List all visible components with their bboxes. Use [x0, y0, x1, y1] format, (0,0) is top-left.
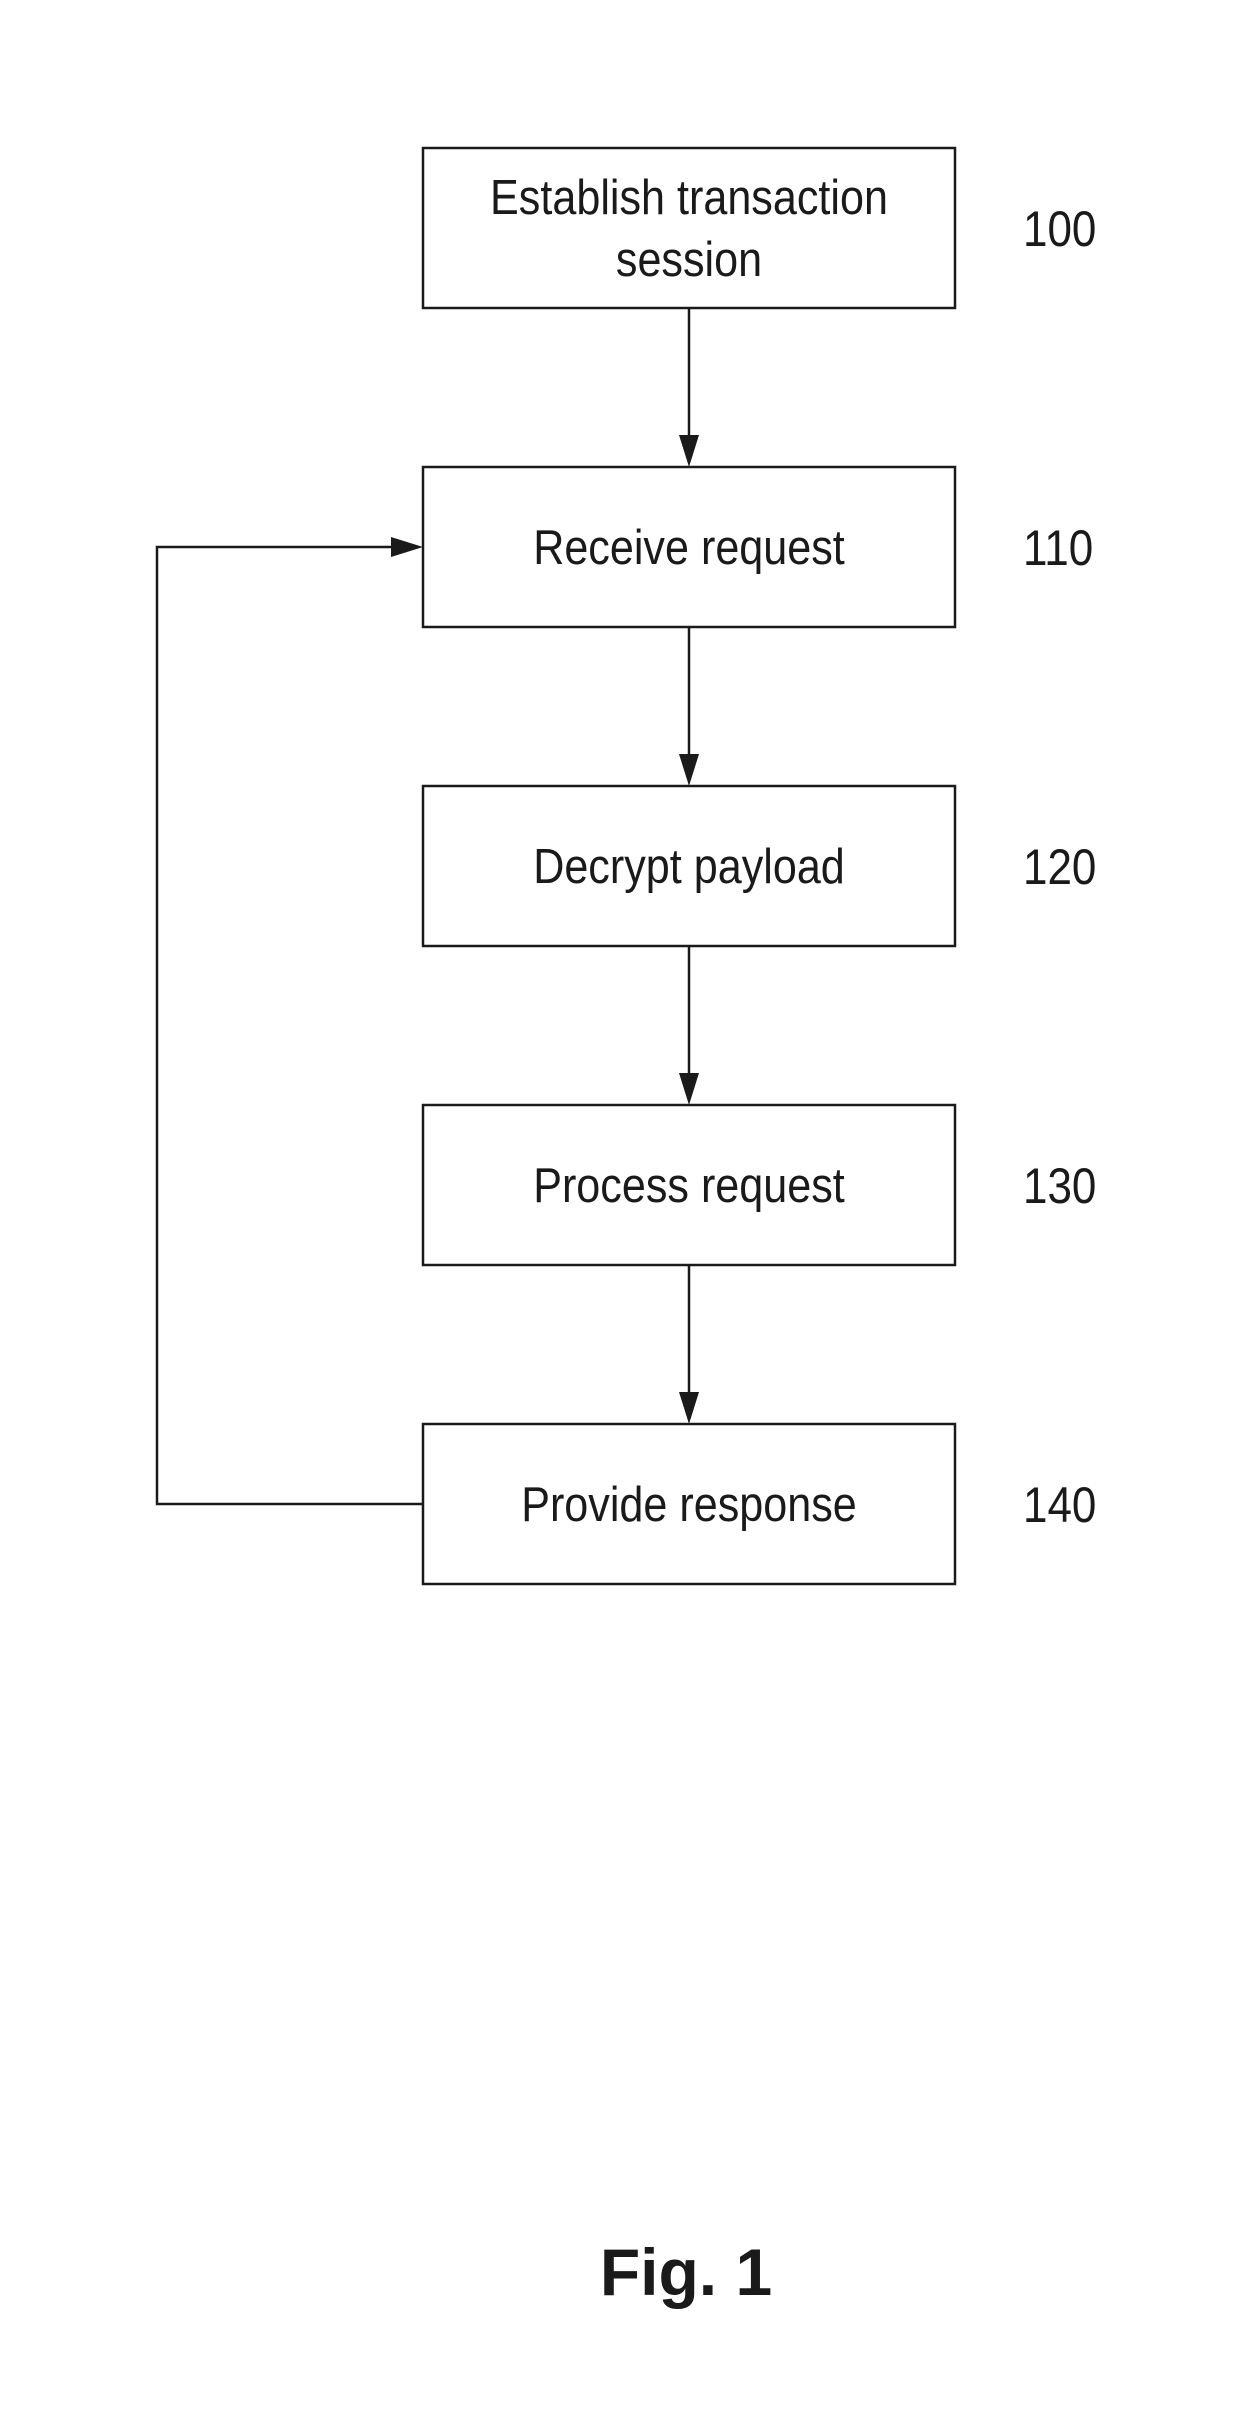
step-label: Provide response	[521, 1478, 857, 1532]
arrowhead-icon	[679, 1392, 699, 1424]
step-label: Decrypt payload	[533, 840, 845, 894]
steps: Establish transaction session 100 Receive r…	[421, 146, 1096, 1586]
step-label: Establish transaction	[490, 171, 888, 225]
arrowhead-icon	[679, 435, 699, 467]
arrow-130-to-140	[679, 1265, 699, 1424]
step-100: Establish transaction session 100	[421, 146, 1096, 310]
arrowhead-icon	[679, 1073, 699, 1105]
step-reference-number: 100	[1023, 201, 1096, 257]
arrow-110-to-120	[679, 627, 699, 786]
arrowhead-icon	[679, 754, 699, 786]
step-label: session	[616, 233, 762, 287]
step-reference-number: 140	[1023, 1477, 1096, 1533]
figure-caption: Fig. 1	[600, 2235, 772, 2309]
step-reference-number: 110	[1023, 520, 1093, 576]
step-140: Provide response 140	[421, 1422, 1096, 1586]
step-label: Receive request	[533, 521, 845, 575]
step-label: Process request	[533, 1159, 845, 1213]
step-120: Decrypt payload 120	[421, 784, 1096, 948]
arrowhead-icon	[391, 537, 423, 557]
arrow-120-to-130	[679, 946, 699, 1105]
feedback-arrow-140-to-110	[155, 537, 423, 1506]
step-130: Process request 130	[421, 1103, 1096, 1267]
arrow-100-to-110	[679, 308, 699, 467]
step-reference-number: 120	[1023, 839, 1096, 895]
step-110: Receive request 110	[421, 465, 1093, 629]
flowchart: Establish transaction session 100 Receive r…	[155, 146, 1096, 2309]
step-reference-number: 130	[1023, 1158, 1096, 1214]
